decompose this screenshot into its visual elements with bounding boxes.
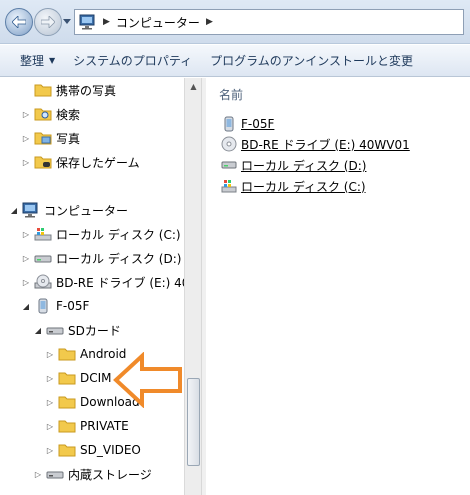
tree-item-label: 内蔵ストレージ	[68, 467, 152, 482]
expand-arrow-icon[interactable]: ▷	[20, 278, 32, 287]
expand-arrow-icon[interactable]: ▷	[44, 446, 56, 455]
tree-item-local-disk-c[interactable]: ▷ ローカル ディスク (C:)	[20, 223, 181, 245]
computer-icon	[22, 202, 38, 218]
content-item-label: F-05F	[241, 117, 275, 131]
tree-item-label: 保存したゲーム	[56, 155, 140, 170]
computer-icon	[79, 14, 95, 30]
tree-item-computer[interactable]: ◢ コンピューター	[8, 199, 128, 221]
address-field[interactable]: ▶ コンピューター ▶	[74, 9, 464, 35]
content-item-bd-re-drive[interactable]: BD-RE ドライブ (E:) 40WV01	[221, 135, 410, 153]
recent-pages-dropdown[interactable]	[62, 14, 72, 28]
folder-icon	[34, 84, 52, 97]
tree-item-label: コンピューター	[44, 203, 129, 218]
nav-pane-scrollbar[interactable]: ▲	[184, 78, 201, 495]
folder-icon	[58, 444, 76, 457]
system-properties-label: システムのプロパティ	[73, 54, 193, 68]
breadcrumb-separator-icon[interactable]: ▶	[103, 17, 110, 27]
tree-item-label: F-05F	[56, 299, 90, 313]
collapse-arrow-icon[interactable]: ◢	[20, 302, 32, 311]
folder-icon	[58, 420, 76, 433]
optical-drive-icon	[34, 274, 52, 289]
drive-icon	[221, 161, 237, 169]
chevron-down-icon: ▼	[49, 56, 56, 65]
tree-item-label: PRIVATE	[80, 419, 129, 433]
expand-arrow-icon[interactable]: ▷	[20, 110, 32, 119]
tree-item-pictures[interactable]: ▷ 写真	[20, 127, 80, 149]
tree-item-label: ローカル ディスク (C:)	[56, 227, 181, 242]
command-bar: 整理 ▼ システムのプロパティ プログラムのアンインストールと変更	[0, 45, 470, 77]
optical-drive-icon	[221, 136, 237, 152]
expand-arrow-icon[interactable]: ▷	[44, 398, 56, 407]
navigation-pane: 携帯の写真 ▷ 検索 ▷ 写真 ▷ 保存したゲーム ◢ コンピューター ▷ ロー…	[0, 78, 200, 495]
tree-item-label: SD_VIDEO	[80, 443, 141, 457]
content-item-label: ローカル ディスク (C:)	[241, 179, 366, 194]
collapse-arrow-icon[interactable]: ◢	[32, 326, 44, 335]
tree-item-label: 携帯の写真	[56, 83, 117, 98]
expand-arrow-icon[interactable]: ▷	[20, 254, 32, 263]
tree-item-dcim[interactable]: ▷ DCIM	[44, 367, 112, 389]
expand-arrow-icon[interactable]: ▷	[20, 230, 32, 239]
search-folder-icon	[34, 108, 52, 121]
tree-item-phone-photos[interactable]: 携帯の写真	[20, 79, 116, 101]
expand-arrow-icon[interactable]: ▷	[44, 350, 56, 359]
content-pane: 名前 F-05F BD-RE ドライブ (E:) 40WV01 ローカル ディス…	[206, 78, 470, 495]
expand-arrow-icon[interactable]: ▷	[20, 158, 32, 167]
folder-icon	[58, 348, 76, 361]
collapse-arrow-icon[interactable]: ◢	[8, 206, 20, 215]
tree-item-label: SDカード	[68, 323, 121, 338]
pictures-folder-icon	[34, 132, 52, 145]
tree-item-label: ローカル ディスク (D:)	[56, 251, 182, 266]
system-drive-icon	[34, 228, 52, 241]
folder-icon	[58, 396, 76, 409]
back-button[interactable]	[5, 8, 33, 36]
organize-label: 整理	[20, 54, 45, 68]
tree-item-search[interactable]: ▷ 検索	[20, 103, 80, 125]
folder-icon	[58, 372, 76, 385]
content-item-f05f[interactable]: F-05F	[221, 115, 274, 133]
drive-icon	[34, 255, 52, 263]
tree-item-internal-storage[interactable]: ▷ 内蔵ストレージ	[32, 463, 152, 485]
content-item-local-disk-c[interactable]: ローカル ディスク (C:)	[221, 177, 366, 195]
uninstall-program-button[interactable]: プログラムのアンインストールと変更	[201, 45, 422, 77]
expand-arrow-icon[interactable]: ▷	[20, 134, 32, 143]
phone-icon	[38, 298, 48, 314]
breadcrumb-computer[interactable]: コンピューター	[116, 14, 200, 31]
scroll-up-icon[interactable]: ▲	[185, 78, 202, 95]
tree-item-private[interactable]: ▷ PRIVATE	[44, 415, 129, 437]
tree-item-saved-games[interactable]: ▷ 保存したゲーム	[20, 151, 140, 173]
tree-item-f05f[interactable]: ◢ F-05F	[20, 295, 89, 317]
system-drive-icon	[221, 180, 237, 193]
content-item-label: BD-RE ドライブ (E:) 40WV01	[241, 137, 410, 152]
expand-arrow-icon[interactable]: ▷	[44, 422, 56, 431]
chevron-down-icon	[63, 18, 71, 24]
content-item-local-disk-d[interactable]: ローカル ディスク (D:)	[221, 156, 366, 174]
address-bar: ▶ コンピューター ▶	[0, 0, 470, 44]
expand-arrow-icon[interactable]: ▷	[32, 470, 44, 479]
tree-item-label: 検索	[56, 107, 81, 122]
orange-pointer-arrow-icon	[113, 352, 182, 408]
games-folder-icon	[34, 156, 52, 169]
tree-item-sd-card[interactable]: ◢ SDカード	[32, 319, 121, 341]
breadcrumb-separator-icon[interactable]: ▶	[206, 17, 213, 27]
column-header-name[interactable]: 名前	[219, 86, 243, 103]
phone-icon	[224, 116, 234, 132]
expand-arrow-icon[interactable]: ▷	[44, 374, 56, 383]
forward-button[interactable]	[34, 8, 62, 36]
tree-item-bd-re-drive[interactable]: ▷ BD-RE ドライブ (E:) 40	[20, 271, 189, 293]
tree-item-label: DCIM	[80, 371, 112, 385]
tree-item-local-disk-d[interactable]: ▷ ローカル ディスク (D:)	[20, 247, 182, 269]
tree-item-label: 写真	[56, 131, 81, 146]
drive-icon	[46, 471, 64, 479]
system-properties-button[interactable]: システムのプロパティ	[64, 45, 201, 77]
organize-button[interactable]: 整理 ▼	[0, 45, 64, 77]
content-item-label: ローカル ディスク (D:)	[241, 158, 367, 173]
back-arrow-icon	[12, 16, 26, 28]
forward-arrow-icon	[41, 16, 55, 28]
sd-card-icon	[46, 327, 64, 335]
tree-item-sd-video[interactable]: ▷ SD_VIDEO	[44, 439, 141, 461]
scroll-thumb[interactable]	[187, 378, 200, 466]
tree-item-label: BD-RE ドライブ (E:) 40	[56, 275, 190, 290]
uninstall-program-label: プログラムのアンインストールと変更	[210, 54, 414, 68]
